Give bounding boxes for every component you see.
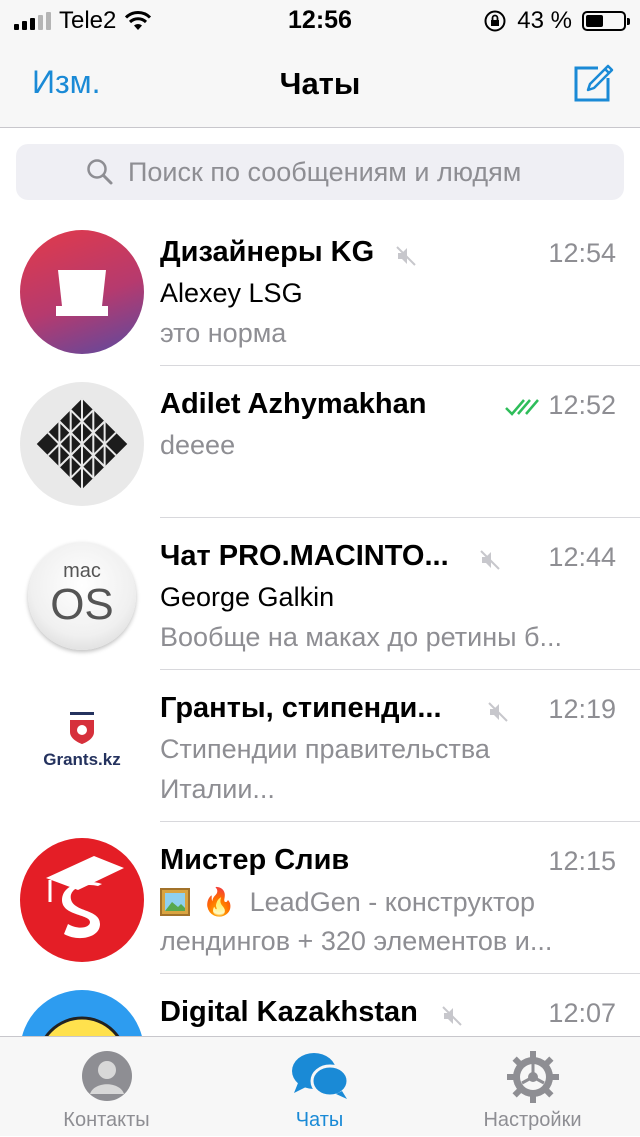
chats-icon [291,1053,349,1099]
chat-sender: Alexey LSG [160,278,303,308]
smiley-icon [44,1016,120,1036]
tab-chats[interactable]: Чаты [213,1037,426,1137]
navigation-bar: Изм. Чаты [0,40,640,128]
chat-sender: George Galkin [160,582,335,612]
chat-message: deeee [160,430,236,460]
chat-row-grants[interactable]: Grants.kz Гранты, стипенди... 12:19 Стип… [0,670,640,822]
rotation-lock-icon [484,10,506,32]
chat-name: Гранты, стипенди... [160,692,442,724]
bucket-logo-icon [56,270,108,316]
muted-icon [442,1006,462,1026]
chat-name: Дизайнеры KG [160,236,375,268]
avatar: Grants.kz [20,686,144,810]
tab-contacts[interactable]: Контакты [0,1037,213,1137]
status-bar: Tele2 12:56 43 % [0,0,640,40]
chat-message-line2: Италии... [160,774,275,804]
chat-time: 12:19 [548,694,616,724]
tab-label: Чаты [295,1109,344,1131]
chat-name: Digital Kazakhstan [160,996,418,1028]
chat-message-line1: LeadGen - конструктор [249,886,536,917]
tab-settings[interactable]: Настройки [426,1037,639,1137]
chat-row-mister-sliv[interactable]: Мистер Слив 12:15 🔥 LeadGen - конструкто… [0,822,640,974]
battery-icon [582,11,630,31]
compose-icon[interactable] [568,58,616,106]
tab-label: Настройки [483,1109,582,1131]
chat-time: 12:15 [548,846,616,876]
chat-time: 12:52 [548,390,616,420]
read-check-icon [505,399,539,416]
tab-bar: Контакты Чаты Настройки [0,1036,640,1136]
avatar: mac OS [28,542,136,650]
avatar-text: Grants.kz [43,750,121,769]
chat-time: 12:44 [548,542,616,572]
search-icon [87,159,113,185]
avatar [20,382,144,506]
avatar-text-os: OS [50,580,114,629]
search-input[interactable]: Поиск по сообщениям и людям [16,144,624,200]
tab-label: Контакты [63,1109,150,1131]
battery-percent: 43 % [517,7,572,34]
chat-name: Adilet Azhymakhan [160,388,427,420]
chat-name: Чат PRO.MACINTO... [160,540,449,572]
page-title: Чаты [279,66,361,101]
muted-icon [488,702,508,722]
grants-shield-icon [70,712,94,744]
chat-name: Мистер Слив [160,844,350,876]
avatar [20,838,144,962]
muted-icon [396,246,416,266]
contacts-icon [81,1051,132,1101]
chat-list[interactable]: Дизайнеры KG 12:54 Alexey LSG это норма [0,214,640,1036]
settings-icon [506,1051,559,1103]
fire-emoji: 🔥 [202,887,236,917]
chat-message: это норма [160,318,287,348]
search-section: Поиск по сообщениям и людям [0,128,640,214]
chat-time: 12:07 [548,998,616,1028]
chat-time: 12:54 [548,238,616,268]
picture-emoji-icon [160,888,190,916]
graduation-s-logo-icon [46,856,124,939]
search-placeholder: Поиск по сообщениям и людям [128,156,522,187]
chat-row-digital-kazakhstan[interactable]: Digital Kazakhstan 12:07 [0,974,640,1036]
chat-row-designers-kg[interactable]: Дизайнеры KG 12:54 Alexey LSG это норма [0,214,640,366]
chat-row-adilet[interactable]: Adilet Azhymakhan 12:52 deeee [0,366,640,518]
chat-message-line1: Стипендии правительства [160,734,490,764]
chat-row-pro-macintosh[interactable]: mac OS Чат PRO.MACINTO... 12:44 George G… [0,518,640,670]
chat-message-line2: лендингов + 320 элементов и... [160,926,553,956]
chat-message: Вообще на маках до ретины б... [160,622,563,652]
avatar [20,230,144,354]
muted-icon [480,550,500,570]
geometric-pattern-icon [36,398,128,490]
avatar [20,990,144,1036]
